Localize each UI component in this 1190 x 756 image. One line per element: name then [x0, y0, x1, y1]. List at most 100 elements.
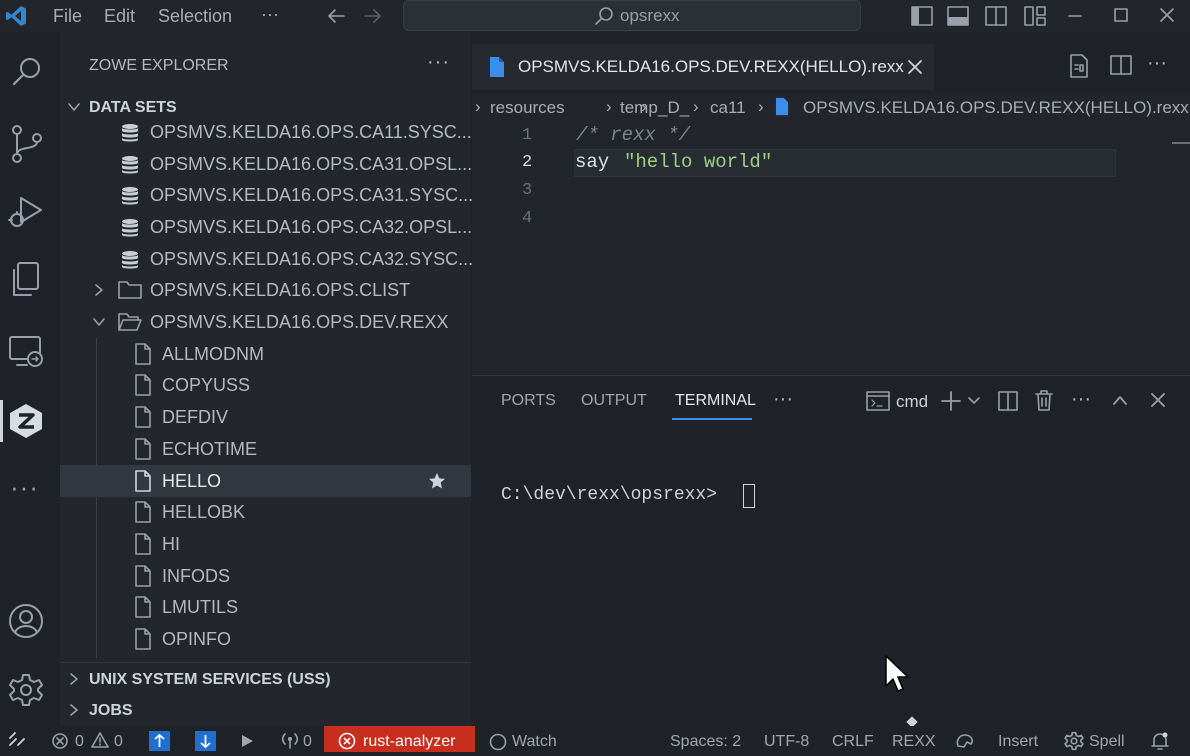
dataset-item[interactable]: OPSMVS.KELDA16.OPS.CA31.OPSL... — [60, 148, 471, 180]
split-terminal-icon[interactable] — [998, 390, 1018, 412]
chevron-right-icon — [92, 283, 106, 297]
member-item[interactable]: COPYUSS — [60, 369, 471, 401]
file-icon — [134, 565, 152, 587]
more-views-icon[interactable]: ··· — [10, 472, 39, 503]
member-item[interactable]: INFODS — [60, 560, 471, 592]
breadcrumb-separator: › — [606, 97, 612, 117]
eol-status[interactable]: CRLF — [832, 733, 874, 751]
back-arrow-icon[interactable] — [325, 6, 347, 26]
notifications-bell-icon[interactable] — [1150, 731, 1170, 751]
close-tab-icon[interactable] — [907, 59, 923, 75]
spell-status[interactable]: Spell — [1089, 733, 1125, 751]
ports-count[interactable]: 0 — [303, 733, 312, 751]
chevron-down-icon[interactable] — [967, 394, 981, 408]
code-editor[interactable]: 1 2 3 4 /* rexx */ say "hello world" — [472, 120, 1190, 374]
member-item[interactable]: LMUTILS — [60, 591, 471, 623]
tab-label: OPSMVS.KELDA16.OPS.DEV.REXX(HELLO).rexx — [518, 57, 904, 77]
member-label: COPYUSS — [162, 375, 250, 396]
panel-more-tabs-button[interactable]: ··· — [773, 388, 793, 411]
dataset-label: OPSMVS.KELDA16.OPS.CA31.SYSC... — [150, 185, 473, 206]
search-icon — [594, 6, 614, 26]
search-view-icon[interactable] — [9, 54, 45, 90]
toggle-secondary-sidebar-icon[interactable] — [985, 6, 1007, 26]
breadcrumb-file[interactable]: OPSMVS.KELDA16.OPS.DEV.REXX(HELLO).rexx — [803, 98, 1189, 118]
breadcrumb-temp[interactable]: temp — [620, 98, 658, 118]
zowe-icon[interactable] — [8, 402, 44, 440]
error-count[interactable]: 0 — [75, 733, 84, 751]
dataset-item[interactable]: OPSMVS.KELDA16.OPS.CA11.SYSC... — [60, 116, 471, 148]
open-preview-icon[interactable] — [1068, 54, 1090, 78]
member-label: HI — [162, 534, 180, 555]
dataset-item[interactable]: OPSMVS.KELDA16.OPS.CA31.SYSC... — [60, 179, 471, 211]
maximize-panel-icon[interactable] — [1112, 393, 1128, 407]
minimize-icon[interactable] — [1068, 9, 1082, 23]
close-panel-icon[interactable] — [1150, 392, 1166, 408]
rust-analyzer-status[interactable]: rust-analyzer — [324, 726, 475, 752]
member-item[interactable]: HELLOBK — [60, 496, 471, 528]
command-center-search[interactable]: opsrexx — [403, 0, 861, 31]
member-label: INFODS — [162, 566, 230, 587]
overview-ruler-marker — [1172, 142, 1190, 144]
member-item[interactable]: ALLMODNM — [60, 338, 471, 370]
source-control-icon[interactable] — [9, 124, 45, 164]
close-window-icon[interactable] — [1160, 8, 1174, 22]
dataset-item[interactable]: OPSMVS.KELDA16.OPS.CA32.OPSL... — [60, 211, 471, 243]
uss-section-header[interactable]: UNIX SYSTEM SERVICES (USS) — [60, 662, 471, 694]
member-item-selected[interactable]: HELLO — [60, 465, 471, 497]
editor-mode-status[interactable]: Insert — [998, 733, 1038, 751]
dataset-item[interactable]: OPSMVS.KELDA16.OPS.CA32.SYSC... — [60, 243, 471, 275]
push-button[interactable] — [149, 731, 170, 751]
watch-label[interactable]: Watch — [512, 733, 557, 751]
tab-output[interactable]: OUTPUT — [581, 392, 647, 410]
terminal-more-button[interactable]: ··· — [1071, 388, 1091, 411]
run-icon[interactable] — [240, 734, 254, 748]
clist-folder-item[interactable]: OPSMVS.KELDA16.OPS.CLIST — [60, 274, 471, 306]
error-icon — [52, 733, 68, 749]
active-tab-underline — [672, 418, 752, 420]
toggle-panel-icon[interactable] — [947, 6, 969, 26]
split-editor-icon[interactable] — [1110, 54, 1132, 76]
pull-button[interactable] — [195, 731, 216, 751]
jobs-section-header[interactable]: JOBS — [60, 694, 471, 726]
menu-selection[interactable]: Selection — [158, 6, 232, 27]
forward-arrow-icon[interactable] — [362, 6, 384, 26]
customize-layout-icon[interactable] — [1024, 6, 1046, 26]
trash-icon[interactable] — [1034, 389, 1054, 411]
remote-explorer-icon[interactable] — [7, 334, 45, 370]
dev-rexx-folder-item[interactable]: OPSMVS.KELDA16.OPS.DEV.REXX — [60, 306, 471, 338]
toggle-primary-sidebar-icon[interactable] — [911, 6, 933, 26]
maximize-icon[interactable] — [1114, 8, 1128, 22]
copy-icon[interactable] — [9, 260, 43, 300]
menu-file[interactable]: File — [53, 6, 82, 27]
chevron-right-icon — [67, 703, 81, 717]
member-item[interactable]: DEFDIV — [60, 401, 471, 433]
breadcrumb-d[interactable]: _D_ — [658, 98, 689, 118]
indentation-status[interactable]: Spaces: 2 — [670, 733, 741, 751]
remote-indicator-icon[interactable] — [8, 730, 26, 748]
uss-label: UNIX SYSTEM SERVICES (USS) — [89, 671, 331, 689]
account-icon[interactable] — [7, 602, 45, 640]
breadcrumb-resources[interactable]: resources — [490, 98, 565, 118]
language-mode-status[interactable]: REXX — [892, 733, 936, 751]
member-item[interactable]: ECHOTIME — [60, 433, 471, 465]
breadcrumb-separator-2: › — [641, 97, 647, 117]
favorite-star-icon[interactable] — [428, 472, 446, 490]
sidebar-more-button[interactable]: ··· — [427, 51, 450, 74]
warning-count[interactable]: 0 — [114, 733, 123, 751]
member-item[interactable]: HI — [60, 528, 471, 560]
editor-more-button[interactable]: ··· — [1147, 52, 1167, 75]
encoding-status[interactable]: UTF-8 — [764, 733, 809, 751]
menu-edit[interactable]: Edit — [104, 6, 135, 27]
run-debug-icon[interactable] — [7, 192, 45, 232]
terminal-name[interactable]: cmd — [896, 392, 928, 412]
tab-terminal[interactable]: TERMINAL — [675, 392, 756, 410]
breadcrumb-ca11[interactable]: ca11 — [710, 98, 746, 118]
new-terminal-plus-icon[interactable] — [940, 390, 962, 412]
menu-more[interactable]: ··· — [261, 4, 279, 25]
member-item[interactable]: OPINFO — [60, 623, 471, 655]
tab-ports[interactable]: PORTS — [501, 392, 556, 410]
editor-tab-active[interactable]: OPSMVS.KELDA16.OPS.DEV.REXX(HELLO).rexx — [472, 44, 934, 90]
settings-gear-icon[interactable] — [8, 672, 44, 708]
feedback-icon[interactable] — [955, 732, 975, 750]
code-comment: /* rexx */ — [576, 124, 690, 146]
